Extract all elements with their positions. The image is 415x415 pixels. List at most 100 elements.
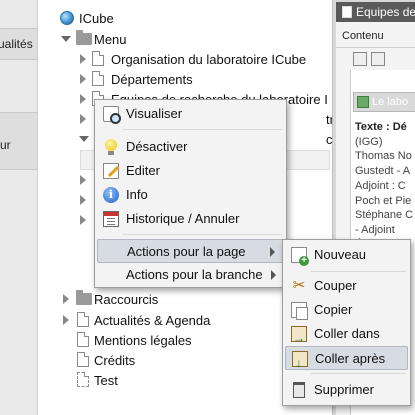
- submenu-actions-page: Nouveau ✂ Couper Copier Coller dans Coll…: [282, 239, 411, 406]
- collapse-icon[interactable]: [80, 215, 86, 225]
- menu-item-label: Actions pour la page: [127, 244, 246, 259]
- copy-icon: [291, 302, 308, 320]
- tree-node-raccourcis[interactable]: Raccourcis: [60, 289, 158, 309]
- contenu-label: Contenu: [342, 30, 384, 42]
- collapse-icon[interactable]: [80, 175, 86, 185]
- folder-icon: [76, 30, 92, 45]
- tree-node-label: Mentions légales: [94, 332, 192, 348]
- left-navigation-strip: ualités ur: [0, 0, 38, 415]
- submenu-item-nouveau[interactable]: Nouveau: [285, 243, 408, 267]
- tree-node-test[interactable]: Test: [60, 370, 118, 390]
- tree-node-menu[interactable]: Menu: [60, 29, 127, 49]
- content-element-title: Le labo: [372, 96, 409, 108]
- menu-item-label: Coller après: [315, 351, 386, 366]
- nav-item-actualites[interactable]: ualités: [0, 37, 33, 51]
- menu-item-actions-branche[interactable]: Actions pour la branche: [97, 263, 284, 287]
- menu-separator: [123, 129, 282, 130]
- tree-node-label: Menu: [94, 31, 127, 47]
- tree-node-label: Organisation du laboratoire ICube: [111, 51, 307, 67]
- new-page-icon: [291, 247, 309, 266]
- folder-icon: [76, 290, 92, 305]
- bulb-icon: [105, 139, 117, 155]
- menu-item-label: Couper: [314, 278, 357, 293]
- content-type-icon: [357, 96, 369, 109]
- menu-item-historique[interactable]: Historique / Annuler: [97, 207, 284, 231]
- view-icon: [103, 106, 121, 124]
- collapse-icon[interactable]: [80, 114, 86, 124]
- page-icon: [92, 71, 104, 86]
- tree-node-label: Actualités & Agenda: [94, 312, 211, 328]
- page-hidden-icon: [77, 372, 89, 387]
- menu-item-actions-page[interactable]: Actions pour la page: [97, 239, 284, 263]
- content-text-line: Poch et Pie: [355, 194, 412, 207]
- tree-node-label: Départements: [111, 71, 193, 87]
- menu-item-label: Historique / Annuler: [126, 211, 240, 226]
- tree-node-credits[interactable]: Crédits: [60, 350, 135, 370]
- menu-item-label: Copier: [314, 302, 353, 317]
- menu-item-label: Supprimer: [314, 382, 374, 397]
- new-content-icon[interactable]: [353, 52, 367, 66]
- history-icon: [103, 211, 119, 227]
- menu-separator: [311, 271, 406, 272]
- tree-node-label: Test: [94, 372, 118, 388]
- collapse-icon[interactable]: [63, 315, 69, 325]
- trash-icon: [293, 382, 305, 398]
- page-icon: [342, 5, 352, 18]
- tree-node-actualites[interactable]: Actualités & Agenda: [60, 310, 210, 330]
- menu-item-label: Info: [126, 187, 148, 202]
- expand-icon[interactable]: [61, 36, 71, 42]
- submenu-item-coller-apres[interactable]: Coller après: [285, 346, 408, 375]
- submenu-item-coller-dans[interactable]: Coller dans: [285, 322, 408, 350]
- menu-item-label: Visualiser: [126, 106, 183, 121]
- scissors-icon: ✂: [292, 277, 306, 294]
- menu-item-label: Actions pour la branche: [126, 267, 263, 282]
- paste-into-icon: [291, 326, 307, 350]
- submenu-arrow-icon: [270, 247, 275, 257]
- page-icon: [77, 312, 89, 327]
- panel-header: Equipes de: [336, 2, 415, 22]
- nav-item-partial[interactable]: ur: [0, 138, 11, 152]
- tree-node-label: Crédits: [94, 352, 136, 368]
- tree-node-page[interactable]: Organisation du laboratoire ICube: [78, 49, 306, 69]
- tree-node-root[interactable]: ICube: [60, 8, 114, 28]
- content-text-line: Texte : Dé: [355, 121, 407, 133]
- collapse-icon[interactable]: [63, 294, 69, 304]
- submenu-item-supprimer[interactable]: Supprimer: [285, 378, 408, 402]
- content-text-line: Stéphane C: [355, 209, 414, 222]
- menu-item-label: Nouveau: [314, 247, 367, 262]
- submenu-arrow-icon: [271, 270, 276, 280]
- submenu-item-couper[interactable]: ✂ Couper: [285, 274, 408, 298]
- expand-icon[interactable]: [79, 136, 89, 142]
- collapse-icon[interactable]: [80, 94, 86, 104]
- collapse-icon[interactable]: [80, 195, 86, 205]
- tree-node-label: ICube: [79, 10, 114, 26]
- tree-node-label: Raccourcis: [94, 291, 159, 307]
- page-icon: [92, 51, 104, 66]
- menu-item-label: Désactiver: [126, 139, 188, 154]
- content-text-line: Thomas No: [355, 150, 412, 163]
- collapse-icon[interactable]: [80, 54, 86, 64]
- edit-icon: [103, 163, 119, 179]
- menu-item-desactiver[interactable]: Désactiver: [97, 135, 284, 159]
- context-menu: Visualiser Désactiver Editer i Info Hist…: [94, 99, 287, 288]
- panel-title: Equipes de: [356, 5, 415, 19]
- menu-separator: [123, 234, 282, 235]
- content-text-line: Gustedt - A: [355, 165, 411, 178]
- menu-item-visualiser[interactable]: Visualiser: [97, 102, 284, 126]
- content-element-bar[interactable]: Le labo: [353, 92, 415, 112]
- page-icon: [77, 352, 89, 367]
- menu-separator: [311, 373, 406, 374]
- menu-item-label: Editer: [126, 163, 160, 178]
- collapse-icon[interactable]: [80, 74, 86, 84]
- menu-item-info[interactable]: i Info: [97, 183, 284, 207]
- submenu-item-copier[interactable]: Copier: [285, 298, 408, 322]
- paste-icon[interactable]: [371, 52, 385, 66]
- page-icon: [77, 332, 89, 347]
- menu-item-editer[interactable]: Editer: [97, 159, 284, 183]
- tree-node-mentions[interactable]: Mentions légales: [60, 330, 192, 350]
- divider: [336, 47, 415, 48]
- globe-icon: [60, 11, 74, 25]
- content-text-line: (IGG): [355, 135, 383, 148]
- tree-node-page[interactable]: Départements: [78, 69, 193, 89]
- info-icon: i: [103, 187, 119, 203]
